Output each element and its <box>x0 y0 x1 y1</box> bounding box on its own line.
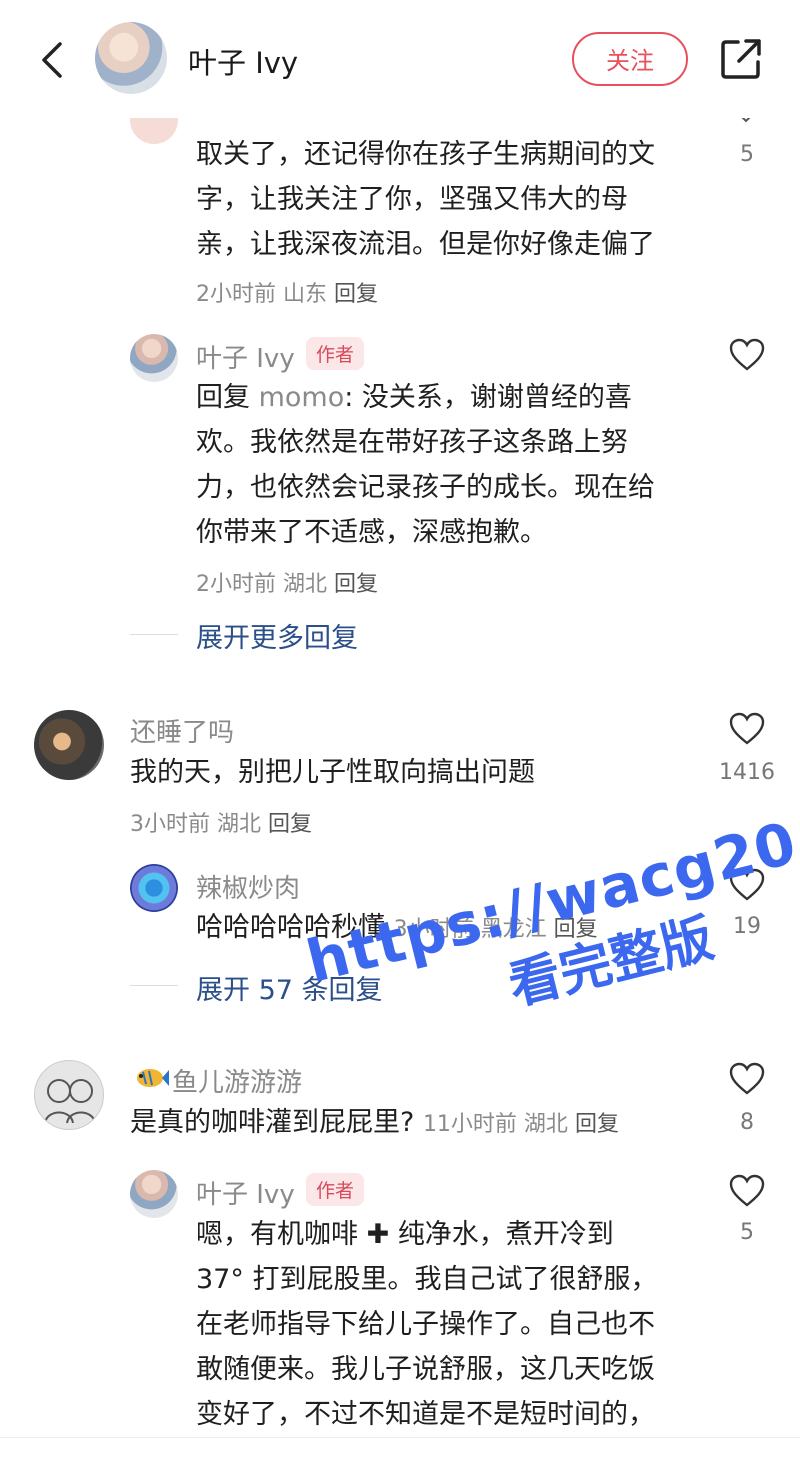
author-badge: 作者 <box>306 337 365 370</box>
follow-button[interactable]: 关注 <box>572 32 688 86</box>
username[interactable]: 鱼儿游游游 <box>172 1062 302 1099</box>
avatar[interactable] <box>34 710 104 780</box>
comment-meta: 2小时前 湖北 回复 <box>196 572 379 597</box>
username[interactable]: 辣椒炒肉 <box>196 868 300 905</box>
like-heart-icon[interactable] <box>729 1174 765 1208</box>
like-count: 5 <box>740 1220 754 1245</box>
like-heart-icon[interactable] <box>729 338 765 372</box>
plus-icon: ✚ <box>366 1219 390 1250</box>
back-arrow-icon[interactable] <box>34 38 74 82</box>
divider <box>0 1437 800 1438</box>
comment-text: 我的天，别把儿子性取向搞出问题 <box>130 757 535 788</box>
avatar[interactable] <box>130 334 178 382</box>
divider <box>130 985 178 986</box>
reply-button[interactable]: 回复 <box>575 1112 619 1137</box>
like-count: 5 <box>740 142 754 167</box>
mention[interactable]: momo <box>259 382 345 413</box>
comment-list: 5 取关了，还记得你在孩子生病期间的文 字，让我关注了你，坚强又伟大的母 亲，让我深… <box>0 0 800 1457</box>
share-icon[interactable] <box>718 36 764 82</box>
like-heart-icon[interactable] <box>729 1062 765 1096</box>
comment-meta: 3小时前 湖北 回复 <box>130 812 313 837</box>
reply-button[interactable]: 回复 <box>334 572 378 597</box>
username[interactable]: 叶子 Ivy <box>196 1174 295 1211</box>
fish-icon <box>130 1064 170 1092</box>
comment-meta: 2小时前 山东 回复 <box>196 282 379 307</box>
username[interactable]: 叶子 Ivy <box>196 338 295 375</box>
avatar[interactable] <box>130 864 178 912</box>
comment-text: 回复 momo: 没关系，谢谢曾经的喜 欢。我依然是在带好孩子这条路上努 力，也依… <box>196 382 655 548</box>
reply-button[interactable]: 回复 <box>268 812 312 837</box>
comment-meta: 11小时前 湖北 回复 <box>422 1112 619 1137</box>
like-heart-icon[interactable] <box>729 712 765 746</box>
profile-name[interactable]: 叶子 Ivy <box>188 40 298 82</box>
avatar[interactable] <box>34 1060 104 1130</box>
comment-text: 是真的咖啡灌到屁屁里? 11小时前 湖北 回复 <box>130 1107 619 1138</box>
reply-button[interactable]: 回复 <box>334 282 378 307</box>
username[interactable]: 还睡了吗 <box>130 712 234 749</box>
comment-text: 嗯，有机咖啡 ✚ 纯净水，煮开冷到 37° 打到屁股里。我自己试了很舒服， 在老师… <box>196 1219 658 1430</box>
profile-avatar[interactable] <box>95 22 167 94</box>
like-count: 8 <box>740 1110 754 1135</box>
expand-more-replies[interactable]: 展开更多回复 <box>196 616 358 655</box>
top-bar: 叶子 Ivy 关注 <box>0 0 800 118</box>
comment-text: 取关了，还记得你在孩子生病期间的文 字，让我关注了你，坚强又伟大的母 亲，让我深夜流… <box>196 139 655 260</box>
like-count: 1416 <box>719 760 775 785</box>
author-badge: 作者 <box>306 1173 365 1206</box>
avatar[interactable] <box>130 1170 178 1218</box>
divider <box>130 634 178 635</box>
